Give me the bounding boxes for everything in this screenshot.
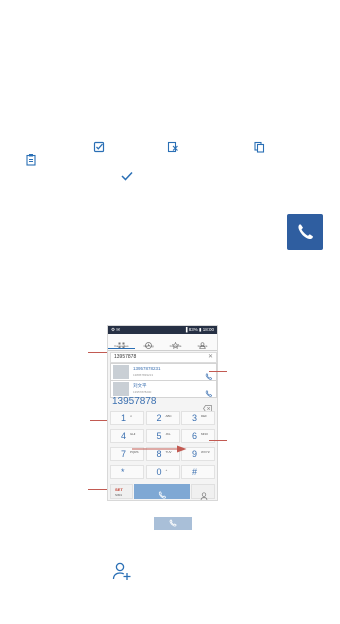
call-icon[interactable] (205, 385, 213, 397)
annotation-line (90, 420, 107, 421)
dial-key[interactable]: 1 ∞ (110, 411, 144, 425)
dial-key-digit: * (121, 467, 125, 477)
checklist-icon (93, 141, 105, 153)
annotation-line (88, 489, 107, 490)
dial-key-digit: 1 (121, 413, 127, 423)
tab-contacts[interactable]: Contacts (162, 334, 189, 350)
dial-key-digit: 2 (156, 413, 162, 423)
dial-key-digit: 7 (121, 449, 127, 459)
person-icon (199, 336, 206, 350)
add-contact-button[interactable] (191, 484, 215, 500)
dial-button[interactable] (134, 484, 190, 499)
candidate-number: 13957878231 (133, 366, 161, 371)
number-search-field[interactable]: 13957878 ✕ (110, 352, 217, 363)
sim-select-button[interactable]: SET SIM1 (110, 484, 133, 499)
add-contact-icon (112, 561, 132, 581)
call-icon[interactable] (205, 368, 213, 380)
dial-key-letters: GHI (130, 432, 136, 436)
dial-key[interactable]: * (110, 465, 144, 479)
dial-key-digit: 3 (192, 413, 198, 423)
candidate-number: 刘文平 (133, 383, 147, 388)
tab-call-log[interactable]: Call log (135, 334, 162, 350)
dialed-number: 13957878 (112, 396, 157, 407)
dial-key[interactable]: 2 ABC (145, 411, 180, 425)
phone-icon (158, 487, 167, 499)
number-search-value: 13957878 (114, 354, 137, 360)
annotation-line (209, 371, 227, 372)
dial-key-digit: 6 (192, 431, 198, 441)
candidate-item[interactable]: 13957878231 138957839213 (110, 363, 217, 381)
call-button-icon (154, 517, 192, 530)
dial-key-letters: JKL (165, 432, 171, 436)
phone-app-icon (287, 214, 323, 250)
status-right: ▐ 83% ▮ 18:00 (184, 327, 214, 332)
status-left: ⚙ ✉ (111, 327, 121, 332)
candidate-sub: 138957839213 (133, 373, 154, 377)
person-icon (200, 488, 208, 500)
dialer-bottom-bar: SET SIM1 (110, 484, 215, 500)
grid-icon (118, 336, 125, 349)
dial-key[interactable]: 3 DEF (181, 411, 215, 425)
dial-key-digit: 4 (121, 431, 127, 441)
dial-key[interactable]: 0 + (145, 465, 180, 479)
clear-icon[interactable]: ✕ (208, 353, 213, 360)
dial-key-letters: MNO (201, 432, 208, 436)
dial-key-letters: DEF (201, 414, 207, 418)
swipe-arrow (132, 440, 187, 453)
dial-key-letters: ∞ (130, 414, 133, 418)
star-icon (171, 336, 180, 350)
copy-icon (253, 141, 265, 153)
annotation-line (209, 440, 227, 441)
dialed-number-display: 13957878 (110, 396, 215, 412)
tab-groups[interactable]: Groups (189, 334, 216, 350)
dial-key-letters: WXYZ (201, 450, 210, 454)
avatar (113, 382, 129, 396)
tab-bar: Favourites Call log Contacts Groups (108, 334, 217, 351)
status-bar: ⚙ ✉ ▐ 83% ▮ 18:00 (108, 326, 217, 334)
clock-icon (145, 336, 152, 349)
candidate-sub: 13957878200 (133, 390, 152, 394)
dial-key-digit: 9 (192, 449, 198, 459)
dial-key-letters: + (165, 468, 168, 472)
dial-key-digit: 0 (156, 467, 162, 477)
checkmark-icon (120, 170, 134, 182)
dial-key-digit: # (192, 467, 198, 477)
avatar (113, 365, 129, 379)
backspace-icon[interactable] (203, 399, 212, 412)
clipboard-icon (25, 153, 37, 166)
dial-key[interactable]: # (181, 465, 215, 479)
dial-key-letters: ABC (165, 414, 172, 418)
edit-checkbox-icon (167, 141, 179, 153)
dialer-screenshot: ⚙ ✉ ▐ 83% ▮ 18:00 Favourites Call log Co… (107, 325, 218, 501)
annotation-line (88, 352, 107, 353)
tab-favourites[interactable]: Favourites (108, 334, 135, 350)
